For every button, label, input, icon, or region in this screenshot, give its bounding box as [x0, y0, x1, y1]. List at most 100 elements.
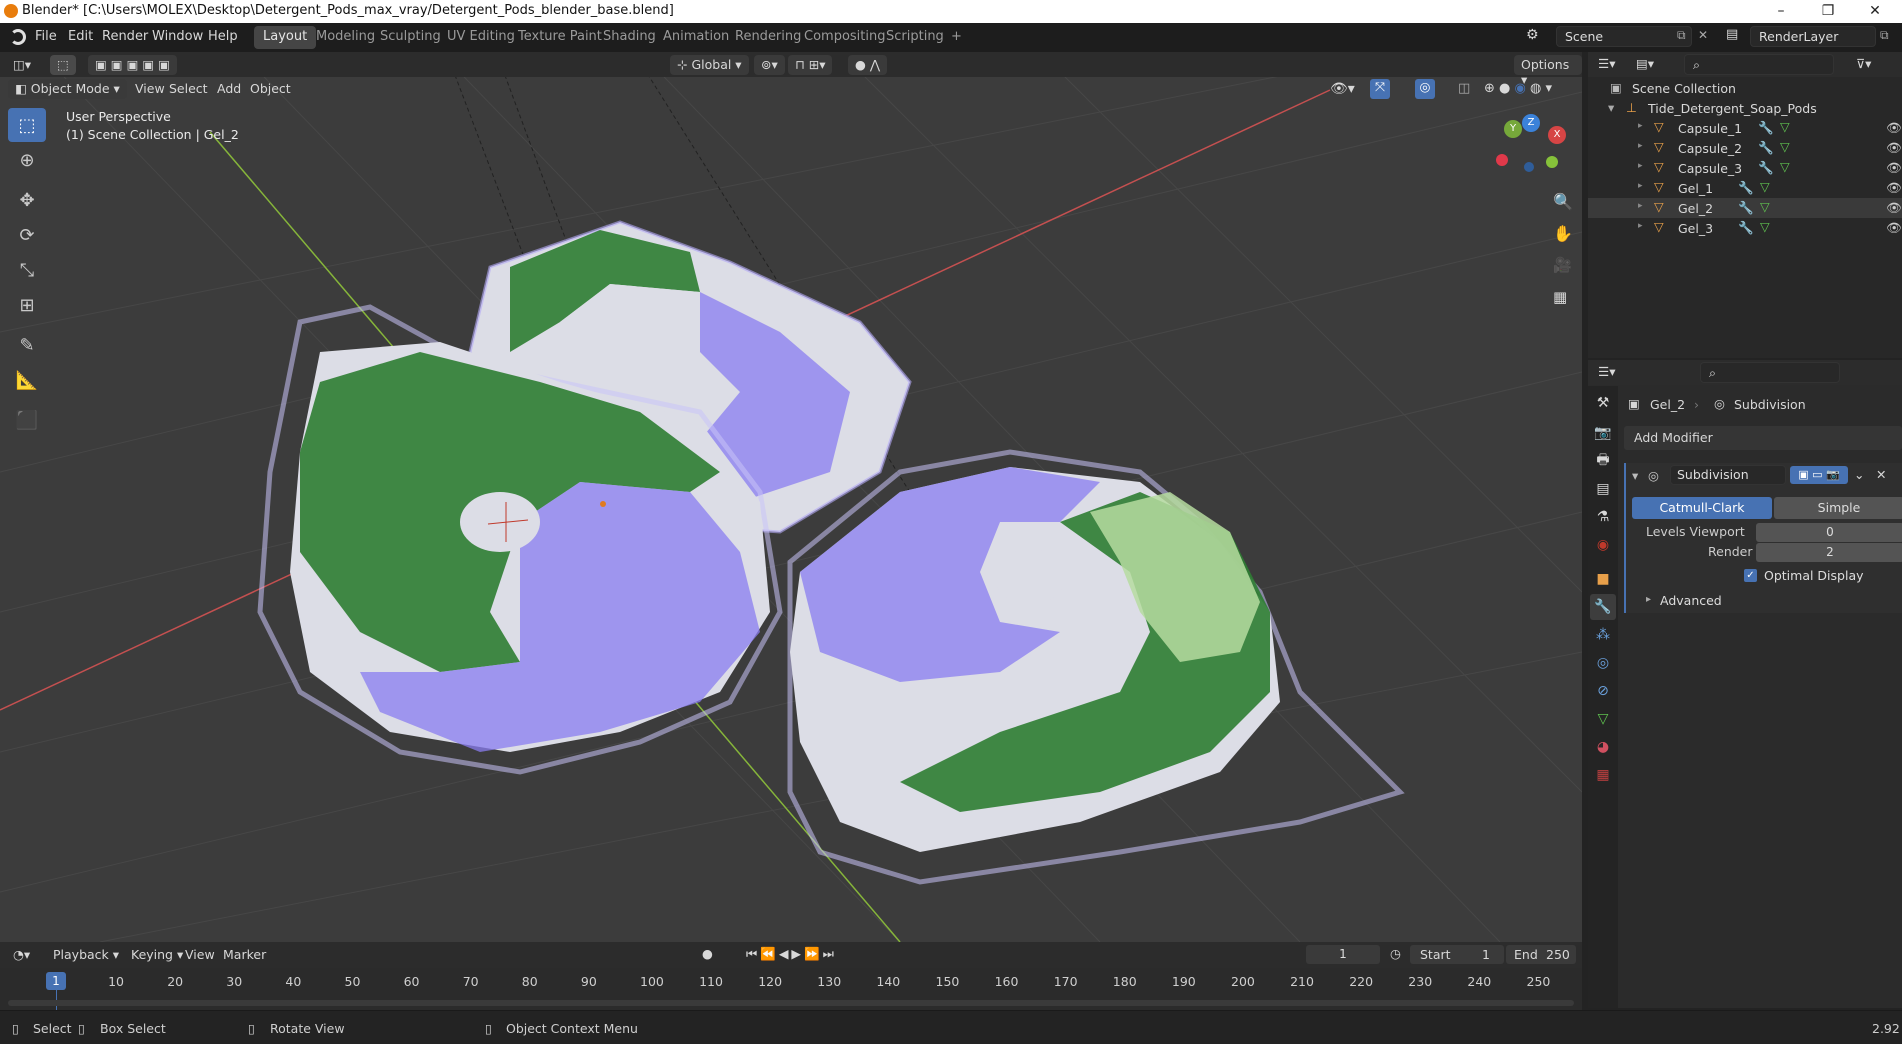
- physics-tab-icon[interactable]: ◎: [1590, 650, 1616, 676]
- visibility-eye-icon[interactable]: 👁: [1886, 200, 1902, 216]
- advanced-section[interactable]: Advanced: [1660, 593, 1722, 608]
- viewport-scene[interactable]: [0, 52, 1582, 942]
- menu-window[interactable]: Window: [152, 29, 203, 44]
- visibility-eye-icon[interactable]: 👁: [1886, 120, 1902, 136]
- filter-icon[interactable]: ⊽▾: [1856, 56, 1871, 71]
- visibility-eye-icon[interactable]: 👁: [1886, 160, 1902, 176]
- mesh-data-icon[interactable]: ▽: [1780, 139, 1790, 154]
- outliner-row-object[interactable]: ▸ ▽ Gel_1 🔧 ▽ 👁: [1588, 178, 1902, 198]
- menu-help[interactable]: Help: [208, 29, 238, 44]
- optimal-display-checkbox[interactable]: ✓: [1744, 569, 1757, 582]
- data-tab-icon[interactable]: ▽: [1590, 706, 1616, 732]
- modifier-wrench-icon[interactable]: 🔧: [1738, 180, 1754, 196]
- outliner-row-scene-collection[interactable]: ▣ Scene Collection: [1588, 78, 1902, 98]
- modifier-wrench-icon[interactable]: 🔧: [1738, 220, 1754, 236]
- material-tab-icon[interactable]: ◕: [1590, 734, 1616, 760]
- close-button[interactable]: ✕: [1852, 0, 1898, 23]
- mesh-data-icon[interactable]: ▽: [1760, 219, 1770, 234]
- pan-hand-icon[interactable]: ✋: [1553, 224, 1573, 243]
- editor-type-icon[interactable]: ◫▾: [6, 55, 38, 75]
- add-workspace-button[interactable]: +: [942, 26, 971, 49]
- minimize-button[interactable]: –: [1758, 0, 1804, 23]
- select-box-tool-icon[interactable]: ⬚: [8, 108, 46, 142]
- shading-modes-icons[interactable]: ⊕ ● ◉ ◍ ▾: [1484, 81, 1552, 96]
- outliner-row-object[interactable]: ▸ ▽ Capsule_2 🔧 ▽ 👁: [1588, 138, 1902, 158]
- properties-search-input[interactable]: ⌕: [1700, 362, 1840, 383]
- cursor-tool-icon[interactable]: ⊕: [8, 143, 46, 177]
- new-view-layer-icon[interactable]: ⧉: [1880, 28, 1889, 43]
- world-tab-icon[interactable]: ◉: [1590, 532, 1616, 558]
- selection-mode-buttons[interactable]: ▣ ▣ ▣ ▣ ▣: [88, 55, 177, 75]
- advanced-expand-icon[interactable]: ▸: [1646, 594, 1651, 605]
- constraints-tab-icon[interactable]: ⊘: [1590, 678, 1616, 704]
- texture-tab-icon[interactable]: ▦: [1590, 762, 1616, 788]
- outliner-row-object[interactable]: ▸ ▽ Capsule_1 🔧 ▽ 👁: [1588, 118, 1902, 138]
- view-layer-icon[interactable]: ▤: [1726, 27, 1738, 42]
- outliner-search-input[interactable]: ⌕: [1684, 54, 1834, 75]
- new-scene-icon[interactable]: ⧉: [1677, 28, 1686, 43]
- navigation-gizmo[interactable]: Z Y X: [1496, 114, 1566, 184]
- scene-field[interactable]: Scene: [1556, 26, 1692, 47]
- modifier-wrench-icon[interactable]: 🔧: [1758, 160, 1774, 176]
- gizmo-toggle-icon[interactable]: ⤧: [1370, 79, 1390, 99]
- simple-option[interactable]: Simple: [1774, 497, 1902, 519]
- camera-view-icon[interactable]: 🎥: [1553, 256, 1572, 274]
- add-cube-tool-icon[interactable]: ⬛: [8, 403, 46, 437]
- levels-viewport-field[interactable]: 0: [1756, 523, 1902, 542]
- expand-icon[interactable]: ▸: [1638, 141, 1643, 151]
- outliner-row-object[interactable]: ▸ ▽ Capsule_3 🔧 ▽ 👁: [1588, 158, 1902, 178]
- delete-scene-icon[interactable]: ✕: [1698, 28, 1708, 42]
- properties-editor-icon[interactable]: ☰▾: [1598, 364, 1615, 379]
- modifier-wrench-icon[interactable]: 🔧: [1758, 120, 1774, 136]
- add-modifier-button[interactable]: Add Modifier: [1624, 426, 1902, 450]
- render-tab-icon[interactable]: 📷: [1590, 420, 1616, 446]
- mesh-data-icon[interactable]: ▽: [1780, 119, 1790, 134]
- output-tab-icon[interactable]: 🖶: [1590, 448, 1616, 474]
- outliner-editor-icon[interactable]: ☰▾: [1598, 56, 1615, 71]
- menu-object[interactable]: Object: [243, 79, 298, 99]
- z-axis-icon[interactable]: Z: [1522, 114, 1540, 132]
- expand-icon[interactable]: ▸: [1638, 201, 1643, 211]
- visibility-icon[interactable]: 👁▾: [1330, 81, 1355, 97]
- display-mode-icon[interactable]: ▤▾: [1636, 56, 1654, 71]
- object-mode-dropdown[interactable]: ◧ Object Mode ▾: [8, 79, 127, 99]
- view-layer-field[interactable]: RenderLayer: [1750, 26, 1876, 47]
- neg-x-axis-icon[interactable]: [1496, 154, 1508, 166]
- object-tab-icon[interactable]: ■: [1590, 566, 1616, 592]
- xray-toggle-icon[interactable]: ◫: [1458, 81, 1470, 96]
- zoom-icon[interactable]: 🔍: [1553, 192, 1573, 211]
- select-mode-icon[interactable]: ⬚: [50, 55, 76, 75]
- menu-render[interactable]: Render: [102, 29, 148, 44]
- overlays-toggle-icon[interactable]: ◎: [1415, 79, 1435, 99]
- mesh-data-icon[interactable]: ▽: [1780, 159, 1790, 174]
- capsule-right[interactable]: [787, 449, 1405, 885]
- blender-menu-icon[interactable]: [10, 29, 26, 45]
- move-tool-icon[interactable]: ✥: [8, 183, 46, 217]
- modifier-wrench-icon[interactable]: 🔧: [1758, 140, 1774, 156]
- menu-select[interactable]: Select: [162, 79, 215, 99]
- proportional-edit-toggle[interactable]: ● ⋀: [848, 55, 888, 75]
- neg-y-axis-icon[interactable]: [1546, 156, 1558, 168]
- options-dropdown[interactable]: Options ▾: [1514, 55, 1582, 87]
- menu-edit[interactable]: Edit: [68, 29, 93, 44]
- 3d-viewport[interactable]: ◫▾ ⬚ ▣ ▣ ▣ ▣ ▣ ⊹ Global ▾ ⊚▾ ⊓ ⊞▾ ● ⋀ Op…: [0, 52, 1582, 942]
- outliner-row-object[interactable]: ▸ ▽ Gel_3 🔧 ▽ 👁: [1588, 218, 1902, 238]
- expand-icon[interactable]: ▸: [1638, 161, 1643, 171]
- remove-modifier-icon[interactable]: ✕: [1876, 467, 1886, 482]
- collapse-icon[interactable]: ▾: [1608, 100, 1614, 115]
- maximize-button[interactable]: ❐: [1805, 0, 1851, 23]
- transform-tool-icon[interactable]: ⊞: [8, 288, 46, 322]
- scene-icon[interactable]: ⚙: [1526, 27, 1539, 43]
- measure-tool-icon[interactable]: 📐: [8, 363, 46, 397]
- pivot-dropdown[interactable]: ⊚▾: [754, 55, 785, 75]
- outliner-row-object[interactable]: ▸ ▽ Gel_2 🔧 ▽ 👁: [1588, 198, 1902, 218]
- modifier-tab-icon[interactable]: 🔧: [1590, 594, 1616, 620]
- expand-icon[interactable]: ▸: [1638, 121, 1643, 131]
- modifier-visibility-toggles[interactable]: ▣ ▭ 📷: [1790, 466, 1848, 484]
- neg-z-axis-icon[interactable]: [1524, 162, 1534, 172]
- visibility-eye-icon[interactable]: 👁: [1886, 180, 1902, 196]
- x-axis-icon[interactable]: X: [1548, 126, 1566, 144]
- outliner-row-collection[interactable]: ▾ ⊥ Tide_Detergent_Soap_Pods: [1588, 98, 1902, 118]
- mesh-data-icon[interactable]: ▽: [1760, 179, 1770, 194]
- expand-icon[interactable]: ▸: [1638, 221, 1643, 231]
